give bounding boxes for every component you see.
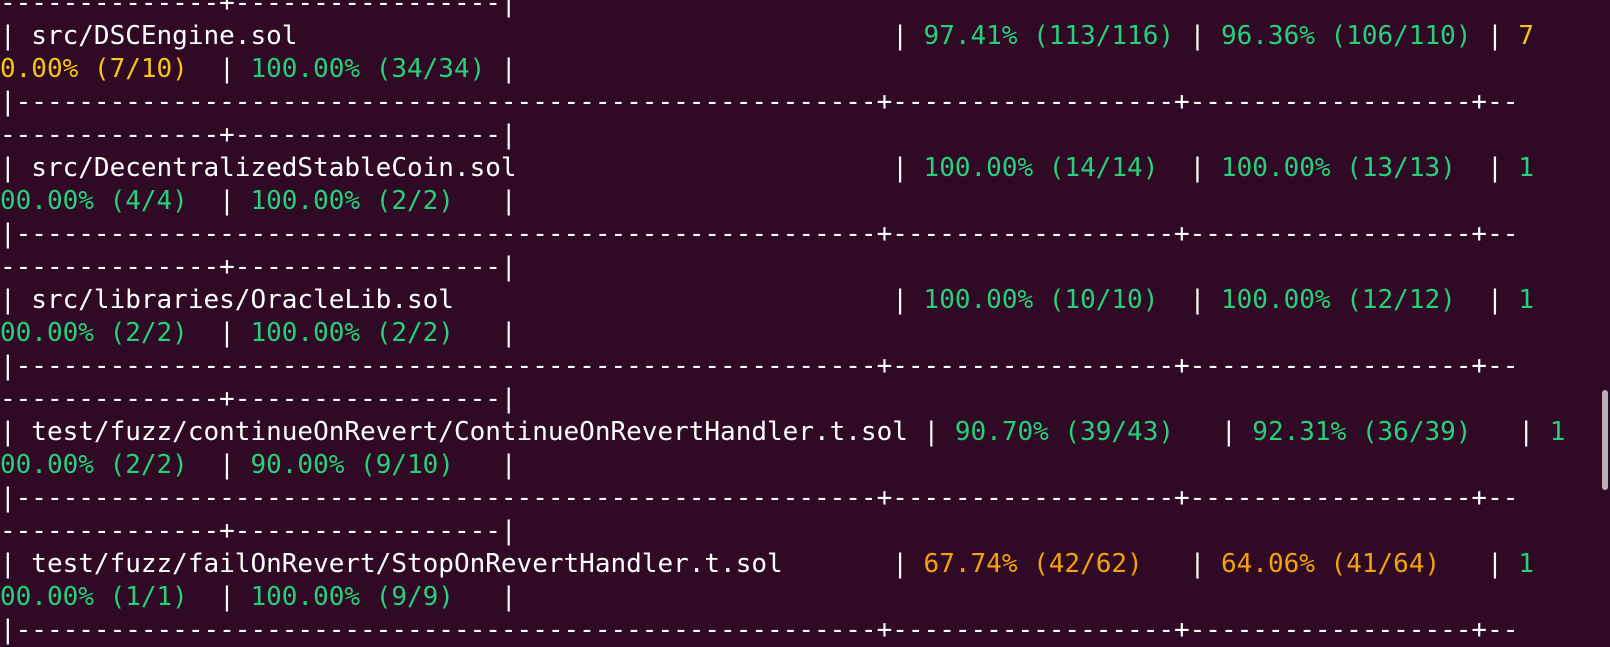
coverage-value: 100.00% (9/9)	[250, 582, 454, 612]
table-border-text: |---------------------------------------…	[0, 483, 1519, 513]
table-border-text: |	[1174, 21, 1221, 51]
coverage-value: 100.00% (14/14)	[923, 153, 1159, 183]
terminal-line: |---------------------------------------…	[0, 482, 1600, 515]
scrollbar-thumb[interactable]	[1602, 390, 1608, 490]
table-border-text: |	[1440, 549, 1519, 579]
coverage-value: 96.36% (106/110)	[1220, 21, 1472, 51]
table-border-text: |	[187, 54, 251, 84]
terminal-line: | test/fuzz/failOnRevert/StopOnRevertHan…	[0, 548, 1600, 581]
coverage-value: 100.00% (2/2)	[250, 318, 454, 348]
coverage-value: 00.00% (4/4)	[0, 186, 188, 216]
table-border-text: |	[453, 582, 517, 612]
terminal-line: --------------+-----------------|	[0, 0, 1600, 20]
table-border-text: |	[453, 186, 517, 216]
table-border-text: --------------+-----------------|	[0, 120, 517, 150]
terminal-line: --------------+-----------------|	[0, 119, 1600, 152]
terminal-line: --------------+-----------------|	[0, 515, 1600, 548]
terminal-output: --------------+-----------------| | src/D…	[0, 0, 1600, 647]
coverage-value: 7	[1518, 21, 1535, 51]
terminal-line: | src/libraries/OracleLib.sol | 100.00% …	[0, 284, 1600, 317]
table-border-text: | src/DSCEngine.sol |	[0, 21, 924, 51]
table-border-text: | test/fuzz/continueOnRevert/ContinueOnR…	[0, 417, 955, 447]
table-border-text: |	[1471, 21, 1519, 51]
table-border-text: |---------------------------------------…	[0, 351, 1519, 381]
terminal-line: |---------------------------------------…	[0, 86, 1600, 119]
coverage-value: 1	[1518, 153, 1535, 183]
table-border-text: |---------------------------------------…	[0, 87, 1519, 117]
terminal-line: 00.00% (2/2) | 100.00% (2/2) |	[0, 317, 1600, 350]
terminal-line: --------------+-----------------|	[0, 251, 1600, 284]
table-border-text: |---------------------------------------…	[0, 615, 1519, 645]
table-border-text: |	[1455, 285, 1519, 315]
coverage-value: 67.74% (42/62)	[923, 549, 1143, 579]
table-border-text: |---------------------------------------…	[0, 219, 1519, 249]
table-border-text: | src/DecentralizedStableCoin.sol |	[0, 153, 924, 183]
terminal-line: |---------------------------------------…	[0, 350, 1600, 383]
terminal-line: |---------------------------------------…	[0, 614, 1600, 647]
table-border-text: |	[187, 186, 251, 216]
coverage-value: 100.00% (12/12)	[1220, 285, 1456, 315]
terminal-line: | src/DecentralizedStableCoin.sol | 100.…	[0, 152, 1600, 185]
table-border-text: |	[1455, 153, 1519, 183]
coverage-value: 100.00% (10/10)	[923, 285, 1159, 315]
table-border-text: |	[1158, 285, 1221, 315]
table-border-text: --------------+-----------------|	[0, 384, 517, 414]
coverage-value: 100.00% (13/13)	[1220, 153, 1456, 183]
terminal-line: --------------+-----------------|	[0, 383, 1600, 416]
terminal-line: 00.00% (4/4) | 100.00% (2/2) |	[0, 185, 1600, 218]
table-border-text: --------------+-----------------|	[0, 252, 517, 282]
coverage-value: 1	[1518, 285, 1535, 315]
table-border-text: |	[1174, 417, 1253, 447]
table-border-text: |	[187, 450, 251, 480]
coverage-value: 100.00% (34/34)	[250, 54, 486, 84]
terminal-line: | src/DSCEngine.sol | 97.41% (113/116) |…	[0, 20, 1600, 53]
terminal-line: | test/fuzz/continueOnRevert/ContinueOnR…	[0, 416, 1600, 449]
table-border-text: |	[1142, 549, 1221, 579]
table-border-text: --------------+-----------------|	[0, 516, 517, 546]
terminal-line: |---------------------------------------…	[0, 218, 1600, 251]
coverage-value: 92.31% (36/39)	[1252, 417, 1472, 447]
table-border-text: |	[187, 318, 251, 348]
coverage-value: 00.00% (1/1)	[0, 582, 188, 612]
terminal-line: 00.00% (1/1) | 100.00% (9/9) |	[0, 581, 1600, 614]
table-border-text: |	[187, 582, 251, 612]
coverage-value: 90.00% (9/10)	[250, 450, 454, 480]
coverage-value: 100.00% (2/2)	[250, 186, 454, 216]
coverage-value: 00.00% (2/2)	[0, 450, 188, 480]
coverage-value: 64.06% (41/64)	[1220, 549, 1441, 579]
table-border-text: --------------+-----------------|	[0, 0, 517, 18]
coverage-value: 0.00% (7/10)	[0, 54, 188, 84]
coverage-value: 00.00% (2/2)	[0, 318, 188, 348]
table-border-text: |	[1471, 417, 1550, 447]
coverage-value: 1	[1549, 417, 1566, 447]
table-border-text: |	[453, 318, 517, 348]
coverage-value: 90.70% (39/43)	[954, 417, 1175, 447]
table-border-text: |	[1158, 153, 1221, 183]
terminal-line: 0.00% (7/10) | 100.00% (34/34) |	[0, 53, 1600, 86]
table-border-text: | test/fuzz/failOnRevert/StopOnRevertHan…	[0, 549, 924, 579]
coverage-value: 1	[1518, 549, 1535, 579]
coverage-value: 97.41% (113/116)	[923, 21, 1174, 51]
table-border-text: |	[485, 54, 517, 84]
table-border-text: |	[453, 450, 517, 480]
table-border-text: | src/libraries/OracleLib.sol |	[0, 285, 924, 315]
terminal-line: 00.00% (2/2) | 90.00% (9/10) |	[0, 449, 1600, 482]
